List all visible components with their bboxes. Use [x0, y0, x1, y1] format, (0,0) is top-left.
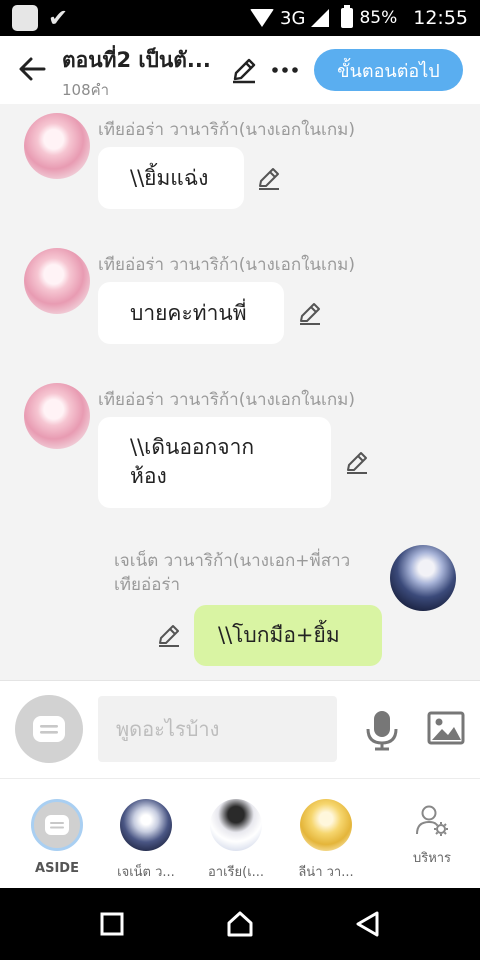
aside-avatar: [31, 799, 83, 851]
pink-character-avatar[interactable]: [24, 383, 90, 449]
edit-title-icon[interactable]: [230, 56, 258, 84]
pink-character-avatar[interactable]: [24, 113, 90, 179]
message-input[interactable]: [98, 696, 337, 762]
message-bubble[interactable]: \\ยิ้มแฉ่ง: [98, 147, 244, 209]
system-nav-bar: [0, 888, 480, 960]
clock: 12:55: [413, 7, 468, 29]
signal-icon: [311, 9, 330, 27]
character-avatar: [120, 799, 172, 851]
manage-label: บริหาร: [412, 851, 452, 866]
home-icon[interactable]: [226, 910, 254, 938]
message-sender: เจเน็ต วานาริก้า(นางเอก+พี่สาว เทียอ่อร่…: [114, 551, 351, 595]
notification-square-icon: [12, 5, 38, 31]
character-label: ลีน่า วา...: [298, 865, 354, 880]
character-label: ASIDE: [35, 861, 79, 876]
aside-chat-icon: [33, 716, 65, 742]
character-label: เจเน็ต ว...: [117, 865, 175, 880]
character-label: อาเรีย(เ...: [207, 865, 265, 880]
aside-toggle-button[interactable]: [15, 695, 83, 763]
microphone-icon[interactable]: [364, 709, 400, 751]
app-header: ตอนที่2 เป็นตั... 108คำ ขั้นตอนต่อไป: [0, 36, 480, 104]
character-avatar: [210, 799, 262, 851]
message-bubble[interactable]: \\เดินออกจาก ห้อง: [98, 417, 331, 508]
image-icon[interactable]: [427, 711, 465, 745]
more-options-icon[interactable]: [270, 56, 300, 84]
character-aside[interactable]: ASIDE: [17, 799, 97, 876]
character-lina[interactable]: ลีน่า วา...: [286, 799, 366, 882]
next-step-button[interactable]: ขั้นตอนต่อไป: [314, 49, 463, 91]
word-count: 108คำ: [62, 81, 110, 99]
back-nav-icon[interactable]: [354, 910, 382, 938]
manage-characters[interactable]: บริหาร: [392, 799, 472, 868]
character-janet[interactable]: เจเน็ต ว...: [106, 799, 186, 882]
character-aria[interactable]: อาเรีย(เ...: [196, 799, 276, 882]
page-title: ตอนที่2 เป็นตั...: [62, 48, 211, 72]
battery-icon: [341, 5, 354, 28]
back-arrow-icon[interactable]: [14, 51, 50, 87]
edit-message-icon[interactable]: [156, 622, 182, 648]
message-input-bar: [0, 680, 480, 778]
character-bar: ASIDE เจเน็ต ว... อาเรีย(เ... ลีน่า วา..…: [0, 778, 480, 888]
manage-person-gear-icon: [416, 805, 448, 836]
message-bubble[interactable]: บายคะท่านพี่: [98, 282, 284, 344]
checkmark-icon: ✔: [48, 4, 69, 32]
message-sender: เทียอ่อร่า วานาริก้า(นางเอกในเกม): [98, 390, 355, 410]
own-message-bubble[interactable]: \\โบกมือ+ยิ้ม: [194, 605, 382, 666]
edit-message-icon[interactable]: [297, 300, 323, 326]
network-type: 3G: [280, 7, 306, 29]
message-sender: เทียอ่อร่า วานาริก้า(นางเอกในเกม): [98, 120, 355, 140]
aside-chat-icon: [45, 815, 69, 835]
recent-apps-icon[interactable]: [98, 910, 126, 938]
message-sender: เทียอ่อร่า วานาริก้า(นางเอกในเกม): [98, 255, 355, 275]
character-avatar: [300, 799, 352, 851]
dark-character-avatar[interactable]: [390, 545, 456, 611]
wifi-icon: [250, 9, 275, 27]
status-bar: ✔ 3G 85% 12:55: [0, 0, 480, 36]
pink-character-avatar[interactable]: [24, 248, 90, 314]
edit-message-icon[interactable]: [344, 449, 370, 475]
battery-percent: 85%: [359, 8, 398, 28]
edit-message-icon[interactable]: [256, 165, 282, 191]
